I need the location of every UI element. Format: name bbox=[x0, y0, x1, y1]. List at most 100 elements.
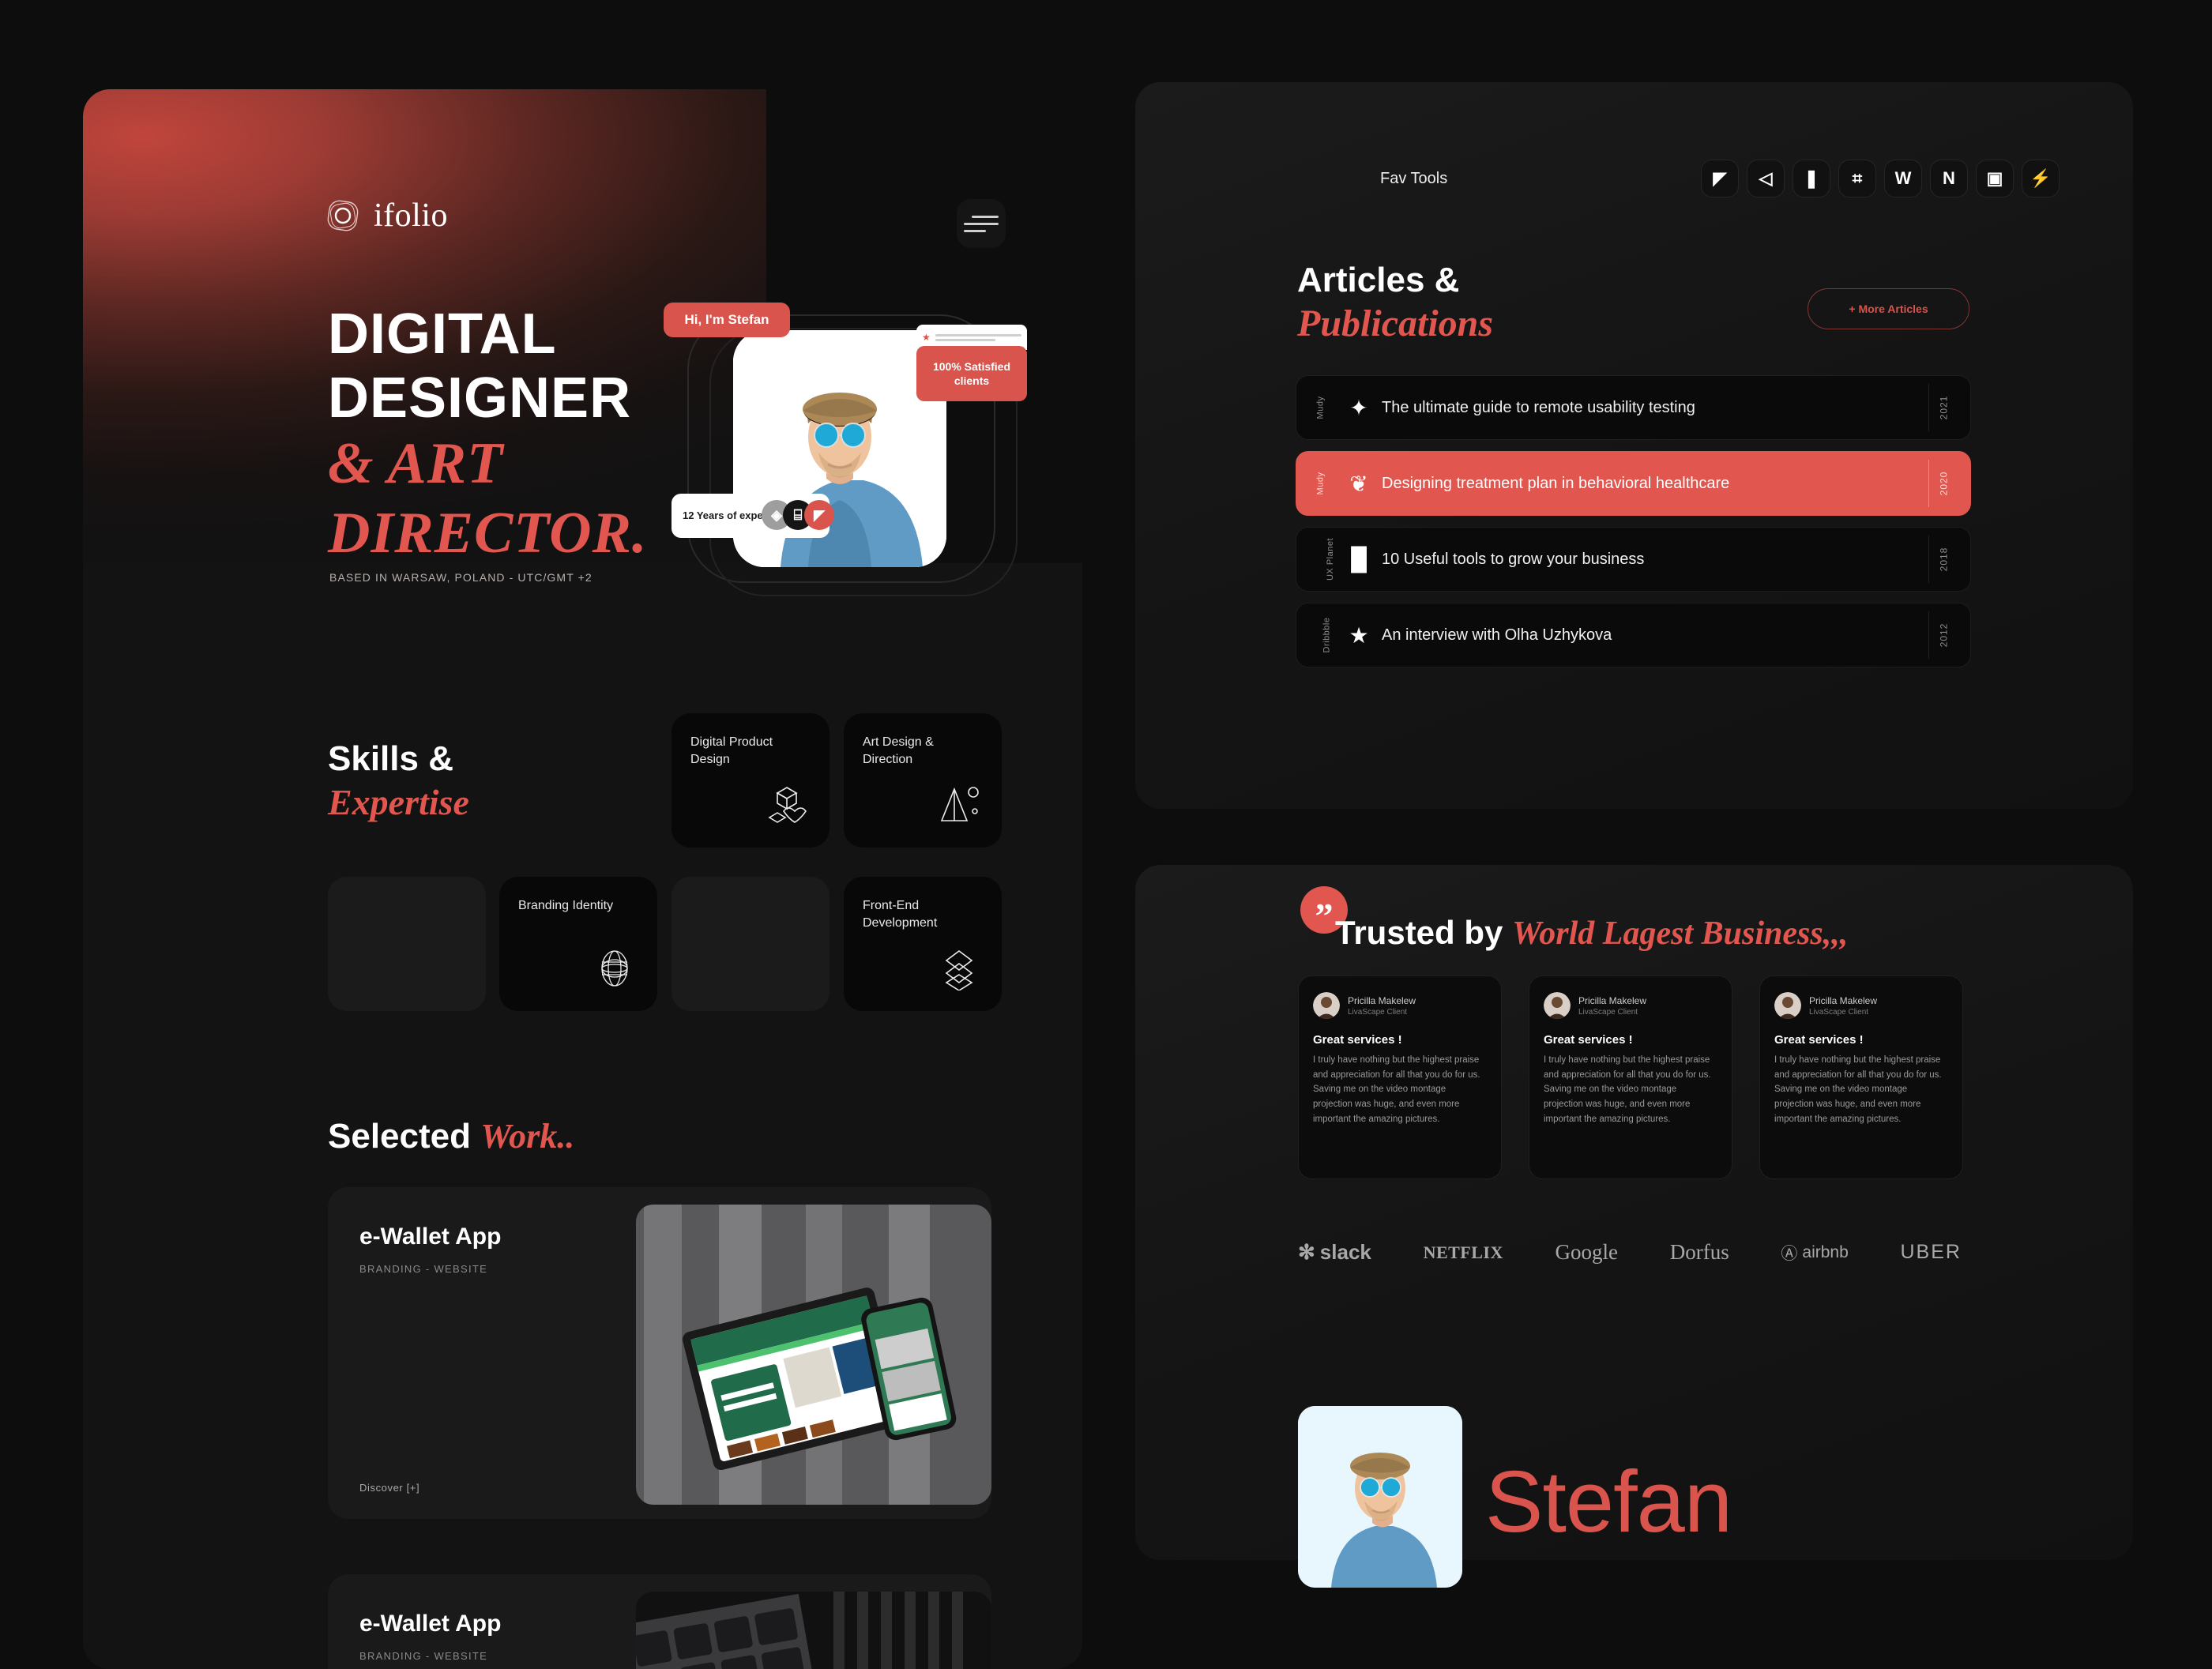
testimonial-role: LivaScape Client bbox=[1809, 1008, 1877, 1017]
figma-icon[interactable]: ❚ bbox=[1793, 160, 1830, 197]
netflix-logo: NETFLIX bbox=[1424, 1242, 1503, 1263]
footer-portrait bbox=[1298, 1406, 1462, 1588]
work-heading: Selected Work.. bbox=[328, 1116, 574, 1156]
page-root: ifolio DIGITAL DESIGNER & ART DIRECTOR. … bbox=[0, 0, 2212, 1659]
work-card-tags: BRANDING - WEBSITE bbox=[359, 1650, 487, 1662]
dorfus-logo: Dorfus bbox=[1670, 1240, 1729, 1265]
left-panel: ifolio DIGITAL DESIGNER & ART DIRECTOR. … bbox=[83, 89, 1082, 1669]
skills-title: Skills & bbox=[328, 739, 453, 778]
google-logo: Google bbox=[1556, 1240, 1618, 1265]
work-card[interactable]: e-Wallet App BRANDING - WEBSITE Discover… bbox=[328, 1187, 991, 1519]
article-title: 10 Useful tools to grow your business bbox=[1382, 551, 1644, 569]
article-year: 2020 bbox=[1939, 472, 1950, 496]
hamburger-menu-icon[interactable] bbox=[957, 199, 1006, 248]
articles-title: Articles & bbox=[1297, 261, 1493, 300]
avatar bbox=[1774, 992, 1801, 1019]
articles-title-italic: Publications bbox=[1297, 302, 1493, 345]
testimonial-name: Pricilla Makelew bbox=[1348, 994, 1416, 1007]
fav-tools-row: Fav Tools ◤◁❚⌗WN▣⚡ bbox=[1380, 160, 2060, 197]
brand-name: ifolio bbox=[374, 197, 448, 235]
lightning-icon[interactable]: ⚡ bbox=[2022, 160, 2060, 197]
hero-title-line3: & ART bbox=[328, 430, 647, 498]
article-source: UX Planet bbox=[1326, 538, 1335, 581]
skills-title-italic: Expertise bbox=[328, 780, 469, 824]
skill-card-placeholder-1 bbox=[328, 877, 486, 1011]
skills-heading: Skills & Expertise bbox=[328, 739, 469, 824]
work-title: Selected bbox=[328, 1117, 471, 1156]
skill-card-front-end-development[interactable]: Front-End Development bbox=[844, 877, 1002, 1011]
vscode-icon[interactable]: ◁ bbox=[1747, 160, 1785, 197]
sparkle-icon: ✦ bbox=[1342, 395, 1375, 421]
badge-experience: 12 Years of experience ◈ ⌸ ◤ bbox=[672, 494, 830, 538]
testimonial-card[interactable]: Pricilla Makelew LivaScape Client Great … bbox=[1759, 975, 1963, 1179]
notion-icon[interactable]: N bbox=[1930, 160, 1968, 197]
testimonial-body: I truly have nothing but the highest pra… bbox=[1774, 1053, 1948, 1126]
article-source: Mudy bbox=[1315, 472, 1325, 495]
webflow-icon[interactable]: W bbox=[1884, 160, 1922, 197]
fav-tools-label: Fav Tools bbox=[1380, 170, 1447, 188]
hero-title: DIGITAL DESIGNER & ART DIRECTOR. bbox=[328, 303, 647, 568]
skill-card-label: Front-End Development bbox=[863, 897, 983, 931]
testimonial-heading: Great services ! bbox=[1313, 1033, 1487, 1047]
slack-icon[interactable]: ⌗ bbox=[1838, 160, 1876, 197]
article-row[interactable]: Mudy✦The ultimate guide to remote usabil… bbox=[1296, 375, 1971, 440]
skill-card-digital-product-design[interactable]: Digital Product Design bbox=[672, 713, 830, 848]
testimonial-card[interactable]: Pricilla Makelew LivaScape Client Great … bbox=[1298, 975, 1502, 1179]
trusted-title: Trusted by bbox=[1335, 914, 1503, 951]
article-row[interactable]: Mudy❦Designing treatment plan in behavio… bbox=[1296, 451, 1971, 516]
badge-greeting: Hi, I'm Stefan bbox=[664, 303, 790, 337]
experience-tool-icons: ◈ ⌸ ◤ bbox=[770, 500, 834, 530]
bar-chart-icon: █ bbox=[1342, 547, 1375, 572]
articles-heading: Articles & Publications bbox=[1297, 261, 1493, 345]
slack-logo: ✻slack bbox=[1298, 1240, 1371, 1265]
divider bbox=[1928, 536, 1929, 583]
work-card-image bbox=[636, 1205, 991, 1505]
articles-list: Mudy ✦ The ultimate guide to remote usabil… bbox=[1296, 375, 1971, 679]
article-title: The ultimate guide to remote usability t… bbox=[1382, 399, 1695, 417]
testimonial-name: Pricilla Makelew bbox=[1578, 994, 1646, 1007]
pyramid-icon bbox=[937, 783, 981, 827]
skill-card-placeholder-2 bbox=[672, 877, 830, 1011]
square-app-icon[interactable]: ▣ bbox=[1976, 160, 2014, 197]
framer-icon[interactable]: ◤ bbox=[1701, 160, 1739, 197]
uber-logo: UBER bbox=[1900, 1241, 1961, 1264]
framer-icon: ◤ bbox=[804, 500, 834, 530]
article-row[interactable]: Dribbble★An interview with Olha Uzhykova… bbox=[1296, 603, 1971, 667]
skill-card-branding-identity[interactable]: Branding Identity bbox=[499, 877, 657, 1011]
skill-card-art-design-direction[interactable]: Art Design & Direction bbox=[844, 713, 1002, 848]
testimonial-card[interactable]: Pricilla Makelew LivaScape Client Great … bbox=[1529, 975, 1732, 1179]
hero-subtitle: BASED IN WARSAW, POLAND - UTC/GMT +2 bbox=[329, 571, 592, 584]
more-articles-button[interactable]: + More Articles bbox=[1808, 288, 1969, 329]
hero-title-line1: DIGITAL bbox=[328, 303, 647, 367]
star-icon: ★ bbox=[922, 333, 931, 342]
testimonial-role: LivaScape Client bbox=[1348, 1008, 1416, 1017]
ifolio-mark-icon bbox=[324, 197, 362, 235]
article-title: Designing treatment plan in behavioral h… bbox=[1382, 475, 1729, 493]
airbnb-logo: Ⓐairbnb bbox=[1781, 1241, 1848, 1265]
testimonial-body: I truly have nothing but the highest pra… bbox=[1544, 1053, 1717, 1126]
testimonial-heading: Great services ! bbox=[1774, 1033, 1948, 1047]
testimonial-name: Pricilla Makelew bbox=[1809, 994, 1877, 1007]
article-year: 2012 bbox=[1939, 623, 1950, 648]
work-card-discover[interactable]: Discover [+] bbox=[359, 1482, 419, 1494]
badge-satisfied: 100% Satisfied clients bbox=[916, 346, 1027, 401]
article-title: An interview with Olha Uzhykova bbox=[1382, 626, 1612, 645]
work-card-image bbox=[636, 1592, 991, 1669]
work-card[interactable]: e-Wallet App BRANDING - WEBSITE bbox=[328, 1574, 991, 1669]
layers-stack-icon bbox=[937, 946, 981, 990]
testimonial-heading: Great services ! bbox=[1544, 1033, 1717, 1047]
brand-logo[interactable]: ifolio bbox=[324, 197, 448, 235]
article-source: Dribbble bbox=[1322, 618, 1331, 653]
article-row[interactable]: UX Planet █ 10 Useful tools to grow your b… bbox=[1296, 527, 1971, 592]
work-card-title: e-Wallet App bbox=[359, 1224, 501, 1250]
work-title-italic: Work.. bbox=[480, 1117, 574, 1156]
fav-tools-icons: ◤◁❚⌗WN▣⚡ bbox=[1701, 160, 2060, 197]
sphere-grid-icon bbox=[592, 946, 637, 990]
cubes-icon bbox=[765, 783, 809, 827]
testimonial-role: LivaScape Client bbox=[1578, 1008, 1646, 1017]
client-logos: ✻slack NETFLIX Google Dorfus Ⓐairbnb UBER bbox=[1298, 1240, 1962, 1265]
testimonial-body: I truly have nothing but the highest pra… bbox=[1313, 1053, 1487, 1126]
avatar bbox=[1313, 992, 1340, 1019]
skill-card-label: Digital Product Design bbox=[690, 734, 811, 768]
trusted-title-italic: World Lagest Business,,, bbox=[1512, 915, 1848, 952]
